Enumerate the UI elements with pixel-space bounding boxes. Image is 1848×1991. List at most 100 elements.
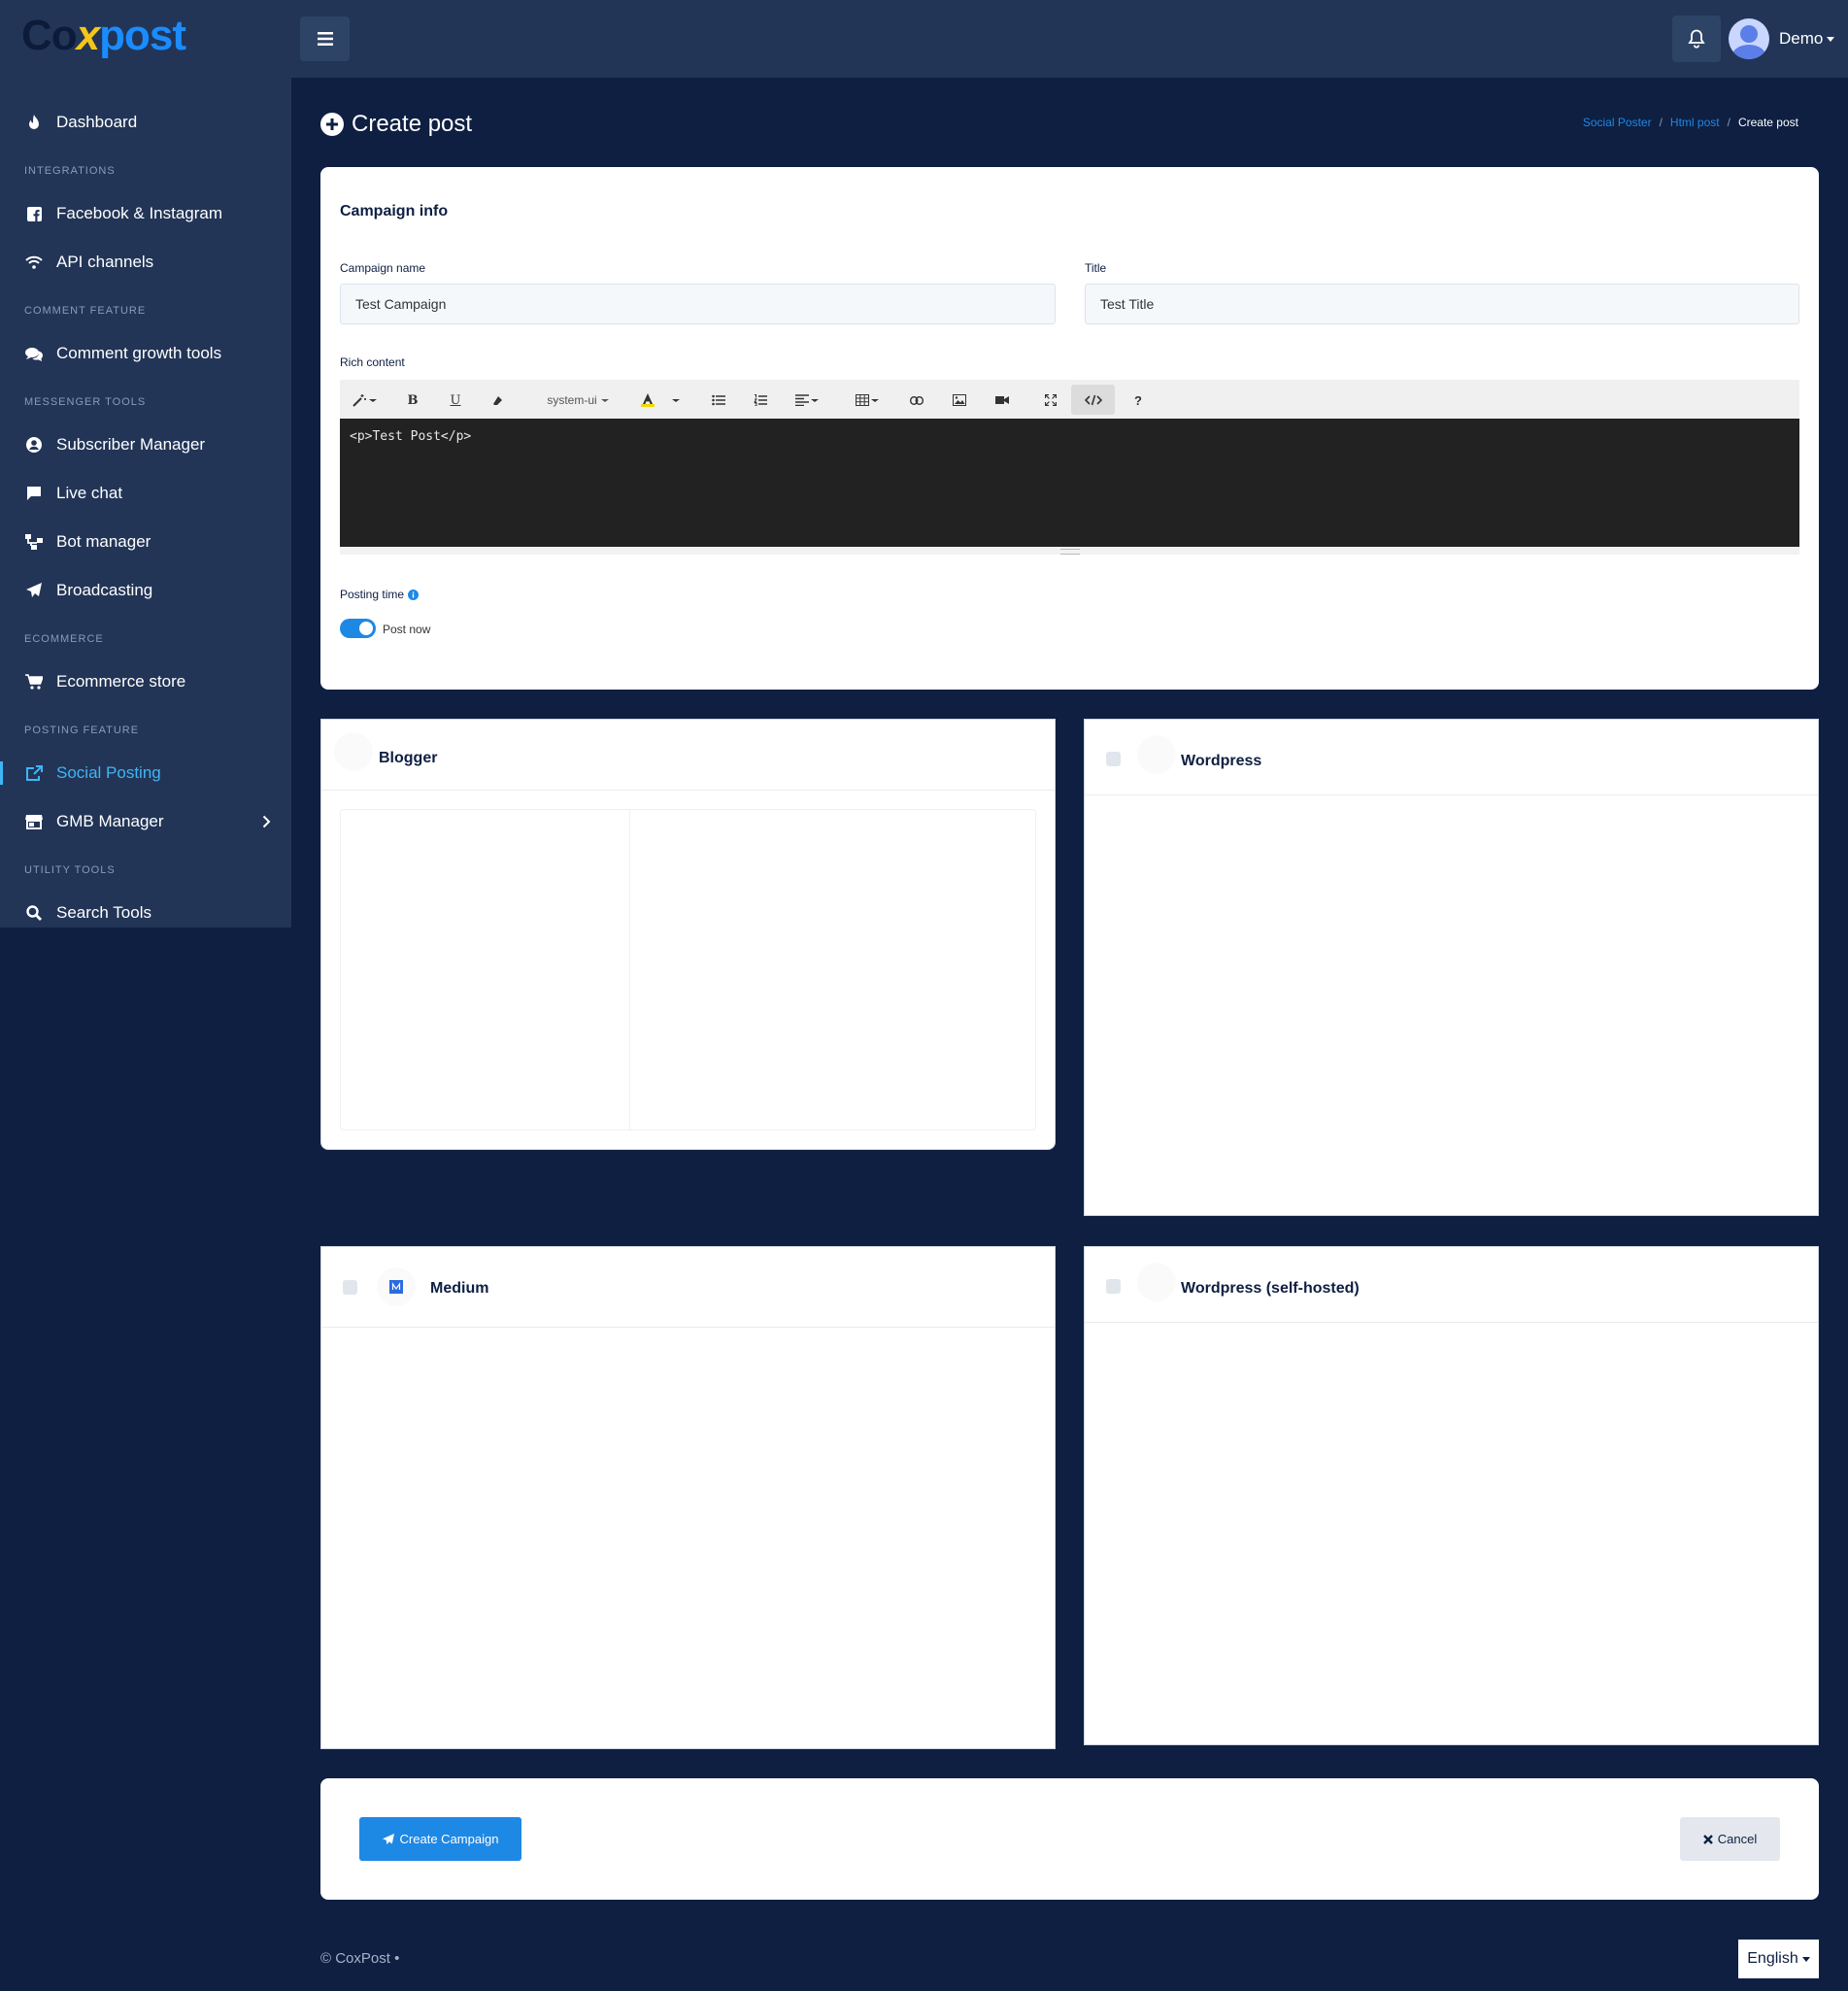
logo-text-part2: post xyxy=(99,12,186,59)
sidebar-item-live-chat[interactable]: Live chat xyxy=(0,474,291,513)
close-icon xyxy=(1702,1834,1713,1844)
account-list xyxy=(340,809,1036,1130)
align-left-icon xyxy=(795,394,809,406)
page-title-text: Create post xyxy=(352,111,473,137)
shopping-cart-icon xyxy=(25,673,43,691)
caret-down-icon xyxy=(600,398,609,402)
caret-down-icon xyxy=(871,398,879,402)
wordpress-self-hosted-logo xyxy=(1138,1264,1175,1300)
fullscreen-button[interactable] xyxy=(1041,386,1060,415)
sidebar-item-gmb-manager[interactable]: GMB Manager xyxy=(0,802,291,841)
blogger-logo xyxy=(335,733,372,770)
sidebar-item-subscriber-manager[interactable]: Subscriber Manager xyxy=(0,425,291,464)
sidebar-item-label: Comment growth tools xyxy=(56,344,222,362)
create-campaign-button[interactable]: Create Campaign xyxy=(359,1817,521,1861)
medium-checkbox[interactable] xyxy=(343,1280,357,1295)
caret-down-icon xyxy=(672,398,680,402)
footer-copyright: © CoxPost • xyxy=(320,1950,400,1967)
list-ol-icon xyxy=(754,394,767,406)
avatar xyxy=(1729,18,1769,59)
wordpress-self-hosted-checkbox[interactable] xyxy=(1106,1279,1121,1294)
table-button[interactable] xyxy=(854,386,881,415)
campaign-name-label: Campaign name xyxy=(340,261,426,275)
bold-button[interactable]: B xyxy=(403,386,422,415)
nav-section-heading: COMMENT FEATURE xyxy=(24,305,147,317)
sidebar-item-label: Broadcasting xyxy=(56,581,153,599)
unordered-list-button[interactable] xyxy=(709,386,728,415)
campaign-name-input[interactable]: Test Campaign xyxy=(340,284,1056,324)
paper-plane-icon xyxy=(25,582,43,599)
sidebar: Dashboard INTEGRATIONS Facebook & Instag… xyxy=(0,78,291,928)
breadcrumb-link-social-poster[interactable]: Social Poster xyxy=(1583,116,1652,129)
create-campaign-label: Create Campaign xyxy=(399,1832,499,1846)
sidebar-item-comment-growth-tools[interactable]: Comment growth tools xyxy=(0,334,291,373)
nav-section-heading: POSTING FEATURE xyxy=(24,725,140,736)
store-icon xyxy=(25,813,43,830)
magic-style-button[interactable] xyxy=(350,386,379,415)
chevron-right-icon xyxy=(262,814,271,833)
info-circle-icon[interactable] xyxy=(408,589,420,600)
insert-image-button[interactable] xyxy=(950,386,969,415)
help-button[interactable]: ? xyxy=(1128,386,1148,415)
wordpress-checkbox[interactable] xyxy=(1106,752,1121,766)
comments-icon xyxy=(25,345,43,362)
sitemap-icon xyxy=(25,533,43,551)
code-editor[interactable]: <p>Test Post</p> xyxy=(340,419,1799,547)
sidebar-item-api-channels[interactable]: API channels xyxy=(0,243,291,282)
sidebar-item-ecommerce-store[interactable]: Ecommerce store xyxy=(0,662,291,701)
underline-button[interactable]: U xyxy=(446,386,465,415)
bell-icon xyxy=(1688,29,1705,49)
breadcrumb-separator: / xyxy=(1659,116,1663,129)
nav-section-heading: UTILITY TOOLS xyxy=(24,864,116,876)
wifi-icon xyxy=(25,253,43,271)
breadcrumb: Social Poster / Html post / Create post xyxy=(1583,116,1798,129)
sidebar-item-social-posting[interactable]: Social Posting xyxy=(0,754,291,793)
sidebar-item-label: Dashboard xyxy=(56,113,138,131)
code-icon xyxy=(1084,394,1102,405)
divider xyxy=(629,810,630,1130)
sidebar-item-label: Subscriber Manager xyxy=(56,435,206,454)
language-dropdown[interactable]: English xyxy=(1738,1940,1819,1978)
code-view-button[interactable] xyxy=(1071,385,1115,415)
nav-section-heading: ECOMMERCE xyxy=(24,633,104,645)
panel-title: Medium xyxy=(430,1280,489,1297)
paragraph-align-button[interactable] xyxy=(793,386,821,415)
nav-section-heading: INTEGRATIONS xyxy=(24,165,116,177)
insert-link-button[interactable] xyxy=(907,386,926,415)
breadcrumb-current: Create post xyxy=(1737,116,1798,129)
editor-resize-handle[interactable] xyxy=(340,547,1799,555)
notifications-button[interactable] xyxy=(1672,16,1721,62)
sidebar-item-search-tools[interactable]: Search Tools xyxy=(0,894,291,932)
user-menu[interactable]: Demo xyxy=(1729,17,1835,61)
breadcrumb-link-html-post[interactable]: Html post xyxy=(1670,116,1720,129)
font-family-select[interactable]: system-ui xyxy=(539,386,617,415)
sidebar-toggle-button[interactable] xyxy=(300,17,350,61)
insert-video-button[interactable] xyxy=(992,386,1012,415)
text-color-button[interactable] xyxy=(638,386,657,415)
sidebar-item-broadcasting[interactable]: Broadcasting xyxy=(0,571,291,610)
sidebar-item-bot-manager[interactable]: Bot manager xyxy=(0,523,291,561)
video-icon xyxy=(995,396,1009,404)
panel-title: Wordpress xyxy=(1181,753,1262,769)
sidebar-item-facebook-instagram[interactable]: Facebook & Instagram xyxy=(0,194,291,233)
blogger-panel: Blogger xyxy=(320,719,1056,1150)
sidebar-item-label: Live chat xyxy=(56,484,123,502)
question-icon: ? xyxy=(1134,392,1142,408)
ordered-list-button[interactable] xyxy=(751,386,770,415)
title-input[interactable]: Test Title xyxy=(1085,284,1799,324)
fire-icon xyxy=(25,114,43,131)
post-now-toggle[interactable] xyxy=(340,619,376,638)
clear-format-button[interactable] xyxy=(487,386,507,415)
caret-down-icon xyxy=(1801,1956,1810,1962)
text-color-dropdown[interactable] xyxy=(670,386,682,415)
posting-time-text: Posting time xyxy=(340,588,405,601)
coxpost-logo[interactable]: Coxpost xyxy=(21,12,186,59)
caret-down-icon xyxy=(811,398,819,402)
wordpress-self-hosted-panel: Wordpress (self-hosted) xyxy=(1084,1246,1819,1745)
action-card: Create Campaign Cancel xyxy=(320,1778,1819,1900)
cancel-button[interactable]: Cancel xyxy=(1680,1817,1780,1861)
panel-title: Blogger xyxy=(379,750,438,766)
font-family-value: system-ui xyxy=(547,393,597,407)
sidebar-item-dashboard[interactable]: Dashboard xyxy=(0,103,291,142)
magic-wand-icon xyxy=(352,394,366,407)
